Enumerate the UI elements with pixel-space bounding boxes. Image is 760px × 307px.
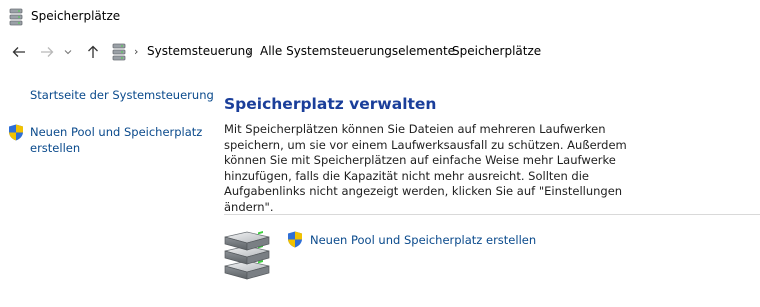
create-pool-task-link[interactable]: Neuen Pool und Speicherplatz erstellen (310, 233, 536, 247)
back-arrow-icon (12, 47, 25, 57)
up-arrow-icon (88, 45, 98, 58)
up-button[interactable] (84, 43, 102, 61)
recent-locations-button[interactable] (62, 43, 74, 61)
title-bar: Speicherplätze (0, 0, 760, 34)
sidebar-link-new-pool[interactable]: Neuen Pool und Speicherplatz erstellen (30, 124, 205, 156)
storage-drives-icon (224, 231, 270, 280)
chevron-down-icon (64, 50, 72, 55)
back-button[interactable] (10, 43, 28, 61)
storage-spaces-icon (9, 8, 23, 26)
breadcrumb-item-speicherplaetze[interactable]: Speicherplätze (452, 44, 541, 58)
forward-button[interactable] (38, 43, 56, 61)
divider (224, 214, 760, 215)
uac-shield-icon (9, 124, 23, 141)
window-title: Speicherplätze (31, 9, 121, 23)
breadcrumb-separator[interactable]: › (134, 45, 138, 58)
storage-spaces-icon (112, 43, 126, 61)
forward-arrow-icon (41, 47, 54, 57)
breadcrumb-separator[interactable]: › (247, 45, 251, 58)
page-description: Mit Speicherplätzen können Sie Dateien a… (224, 122, 627, 214)
sidebar-link-home[interactable]: Startseite der Systemsteuerung (30, 88, 214, 102)
page-heading: Speicherplatz verwalten (224, 95, 437, 113)
breadcrumb-separator[interactable]: › (439, 45, 443, 58)
breadcrumb-item-alle-elemente[interactable]: Alle Systemsteuerungselemente (260, 44, 455, 58)
breadcrumb-item-systemsteuerung[interactable]: Systemsteuerung (147, 44, 253, 58)
uac-shield-icon (288, 231, 302, 248)
